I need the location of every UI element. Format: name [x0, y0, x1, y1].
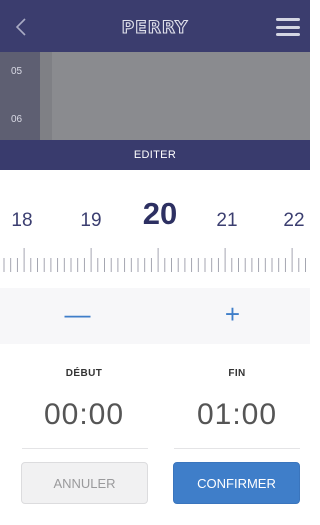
hamburger-menu-icon[interactable]	[276, 18, 300, 36]
edit-title-bar: EDITER	[0, 140, 310, 170]
confirm-button[interactable]: CONFIRMER	[173, 462, 300, 504]
increase-button[interactable]: +	[155, 288, 310, 344]
temperature-picker[interactable]: 18 19 20 21 22	[0, 170, 310, 288]
end-divider	[174, 448, 300, 449]
start-label: DÉBUT	[65, 368, 103, 379]
cancel-button[interactable]: ANNULER	[21, 462, 148, 504]
end-time-value[interactable]: 01:00	[162, 398, 312, 432]
adjust-controls: — +	[0, 288, 310, 344]
picker-ruler[interactable]	[0, 244, 310, 278]
chevron-left-icon[interactable]	[12, 16, 32, 38]
schedule-grid	[52, 52, 310, 140]
schedule-preview: 05 06	[0, 52, 310, 140]
picker-selected-value[interactable]: 20	[140, 196, 180, 232]
picker-value[interactable]: 19	[71, 210, 111, 232]
hour-label: 06	[11, 114, 23, 125]
start-time-value[interactable]: 00:00	[9, 398, 159, 432]
picker-value[interactable]: 21	[207, 210, 247, 232]
start-divider	[22, 448, 148, 449]
app-header: PERRY	[0, 0, 310, 52]
picker-value[interactable]: 18	[2, 210, 42, 232]
svg-text:PERRY: PERRY	[122, 18, 189, 38]
decrease-button[interactable]: —	[0, 288, 155, 344]
perry-logo: PERRY	[121, 17, 189, 38]
hour-label: 05	[11, 66, 23, 77]
hours-column: 05 06	[0, 52, 40, 140]
picker-value[interactable]: 22	[274, 210, 314, 232]
time-range: DÉBUT 00:00 FIN 01:00	[0, 344, 310, 454]
end-label: FIN	[228, 368, 246, 379]
